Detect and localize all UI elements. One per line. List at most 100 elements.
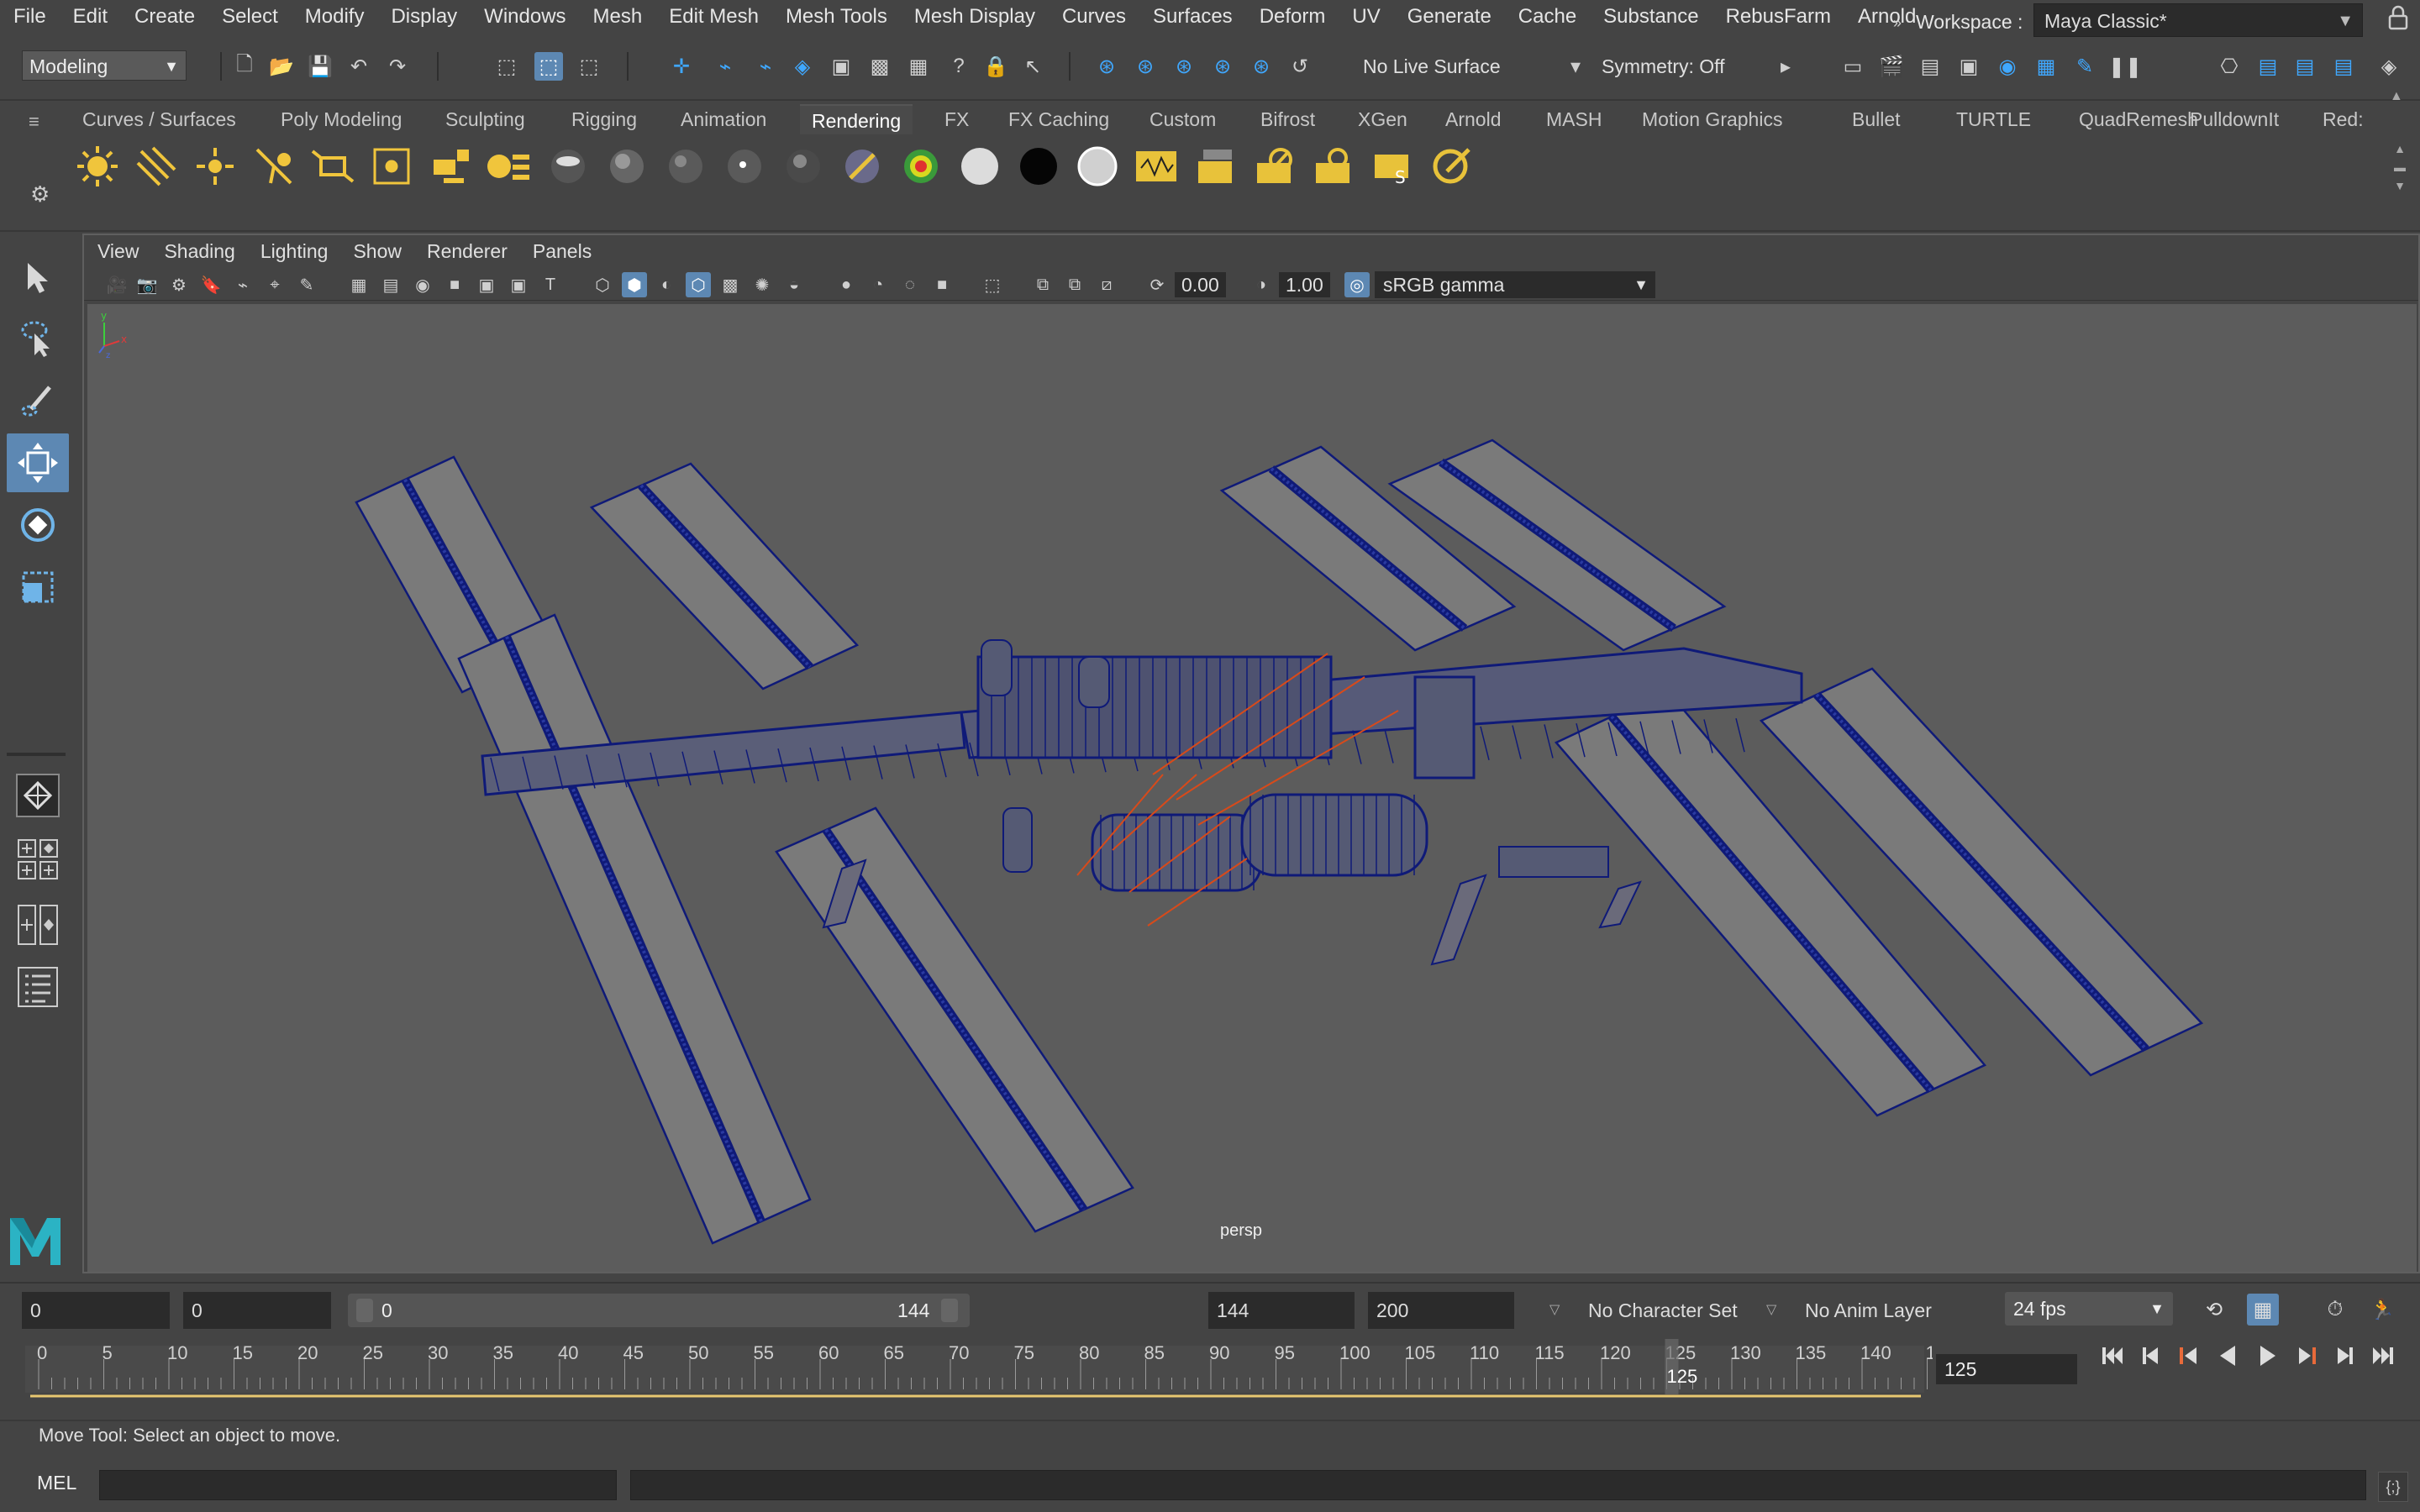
show-channel-box-icon[interactable]: ▤: [2329, 52, 2358, 81]
panel-menu-view[interactable]: View: [97, 240, 139, 263]
menu-rebusfarm[interactable]: RebusFarm: [1712, 0, 1844, 34]
menu-mesh[interactable]: Mesh: [580, 0, 656, 34]
xray-joints-icon[interactable]: ⧄: [1094, 272, 1119, 297]
four-view-layout-icon[interactable]: [7, 830, 69, 889]
show-layer-editor-icon[interactable]: ◈: [2375, 52, 2403, 81]
wireframe-on-shaded-icon[interactable]: ⬡: [686, 272, 711, 297]
loop-icon[interactable]: ⟲: [2198, 1294, 2230, 1326]
new-scene-icon[interactable]: 🗋: [230, 52, 259, 81]
relationship-icon[interactable]: ⊛: [1247, 52, 1276, 81]
two-view-layout-icon[interactable]: [7, 895, 69, 954]
menu-generate[interactable]: Generate: [1394, 0, 1505, 34]
menu-edit-mesh[interactable]: Edit Mesh: [655, 0, 772, 34]
select-tool-icon[interactable]: [7, 249, 69, 307]
select-objects-icon[interactable]: ⬚: [534, 52, 563, 81]
range-slider[interactable]: 0 144: [348, 1294, 970, 1327]
space-station-model[interactable]: [87, 304, 2417, 1272]
shelf-tab-arnold[interactable]: Arnold: [1434, 104, 1512, 134]
2d-pan-zoom-icon[interactable]: ⌖: [262, 272, 287, 297]
shelf-tab-mash[interactable]: MASH: [1534, 104, 1613, 134]
single-perspective-view-icon[interactable]: [7, 766, 69, 825]
construction-history-icon[interactable]: ⊛: [1092, 52, 1121, 81]
show-modeling-toolkit-icon[interactable]: ⎔: [2215, 52, 2244, 81]
current-frame-field[interactable]: 125: [1936, 1354, 2077, 1384]
snap-view-plane-icon[interactable]: ◈: [788, 52, 817, 81]
chevron-right-icon[interactable]: ▸: [1771, 52, 1800, 81]
shelf-scroll-up-icon[interactable]: ▲: [2390, 89, 2403, 104]
workspace-select[interactable]: Maya Classic* ▼: [2033, 3, 2363, 37]
menu-uv[interactable]: UV: [1339, 0, 1393, 34]
save-scene-icon[interactable]: 💾: [306, 52, 334, 81]
outliner-layout-icon[interactable]: [7, 958, 69, 1016]
pause-icon[interactable]: ❚❚: [2108, 52, 2142, 81]
menu-set-select[interactable]: Modeling ▼: [22, 50, 187, 81]
play-forwards-icon[interactable]: [2250, 1339, 2284, 1373]
gate-mask-icon[interactable]: ■: [442, 272, 467, 297]
snap-point-icon[interactable]: ⌁: [751, 52, 780, 81]
rotate-tool-icon[interactable]: [7, 496, 69, 554]
rename-icon[interactable]: ⊛: [1208, 52, 1237, 81]
range-start-field[interactable]: 0: [22, 1292, 170, 1329]
range-max-handle[interactable]: [941, 1299, 958, 1322]
play-backwards-icon[interactable]: [2212, 1339, 2245, 1373]
motion-blur-icon[interactable]: ◔: [865, 272, 891, 297]
lock-snap-icon[interactable]: 🔒: [981, 52, 1010, 81]
open-scene-icon[interactable]: 📂: [267, 52, 296, 81]
shelf-tab-xgen[interactable]: XGen: [1346, 104, 1419, 134]
go-to-start-icon[interactable]: [2096, 1339, 2129, 1373]
field-chart-icon[interactable]: ▣: [474, 272, 499, 297]
menu-substance[interactable]: Substance: [1590, 0, 1712, 34]
lasso-tool-icon[interactable]: [7, 309, 69, 368]
scale-tool-icon[interactable]: [7, 558, 69, 617]
undo-icon[interactable]: ↶: [345, 52, 373, 81]
default-material-icon[interactable]: ◐: [654, 272, 679, 297]
chevron-down-icon[interactable]: ▽: [1549, 1292, 1560, 1329]
panel-menu-show[interactable]: Show: [353, 240, 402, 263]
grid-icon[interactable]: ▦: [346, 272, 371, 297]
3d-viewport[interactable]: persp y x z: [87, 304, 2417, 1272]
panel-menu-shading[interactable]: Shading: [164, 240, 234, 263]
range-min-handle[interactable]: [356, 1299, 373, 1322]
render-current-icon[interactable]: 🎬: [1877, 52, 1906, 81]
output-ops-icon[interactable]: ⊛: [1170, 52, 1198, 81]
shelf-tab-custom[interactable]: Custom: [1138, 104, 1228, 134]
snap-grid-icon[interactable]: ✛: [667, 52, 696, 81]
render-sequence-icon[interactable]: ▦: [2032, 52, 2060, 81]
shelf-tab-bifrost[interactable]: Bifrost: [1249, 104, 1327, 134]
shelf-tab-rendering[interactable]: Rendering: [800, 104, 913, 134]
workspace-expand-icon[interactable]: »: [1893, 14, 1902, 32]
shelf-tab-redshift[interactable]: Red:: [2311, 104, 2375, 134]
hypershade-icon[interactable]: ◉: [1993, 52, 2022, 81]
resolution-gate-icon[interactable]: ◉: [410, 272, 435, 297]
select-hierarchy-icon[interactable]: ⬚: [492, 52, 521, 81]
menu-edit[interactable]: Edit: [60, 0, 121, 34]
snap-together-icon[interactable]: ↺: [1286, 52, 1314, 81]
animation-start-field[interactable]: 0: [183, 1292, 331, 1329]
bookmark-icon[interactable]: 🔖: [198, 272, 224, 297]
menu-windows[interactable]: Windows: [471, 0, 579, 34]
lock-icon[interactable]: [2386, 5, 2410, 30]
shelf-scrollbar[interactable]: ▲ ▬ ▼: [2390, 139, 2410, 220]
shelf-tab-animation[interactable]: Animation: [669, 104, 778, 134]
panel-menu-renderer[interactable]: Renderer: [427, 240, 508, 263]
panel-menu-lighting[interactable]: Lighting: [260, 240, 329, 263]
exposure-reset-icon[interactable]: ⟳: [1144, 272, 1170, 297]
film-gate-icon[interactable]: ▤: [378, 272, 403, 297]
menu-file[interactable]: File: [0, 0, 60, 34]
panel-menu-panels[interactable]: Panels: [533, 240, 592, 263]
help-snap-icon[interactable]: ?: [944, 52, 973, 81]
camera-attributes-icon[interactable]: 📷: [134, 272, 160, 297]
shelf-tab-rigging[interactable]: Rigging: [560, 104, 649, 134]
shelf-tab-fx[interactable]: FX: [933, 104, 981, 134]
auto-key-icon[interactable]: ▦: [2247, 1294, 2279, 1326]
safe-title-icon[interactable]: T: [538, 272, 563, 297]
shelf-tab-motion-graphics[interactable]: Motion Graphics: [1630, 104, 1794, 134]
render-view-icon[interactable]: ▭: [1839, 52, 1867, 81]
menu-select[interactable]: Select: [208, 0, 292, 34]
menu-mesh-tools[interactable]: Mesh Tools: [772, 0, 901, 34]
go-to-end-icon[interactable]: [2366, 1339, 2400, 1373]
snap-vertex-icon[interactable]: ▩: [865, 52, 894, 81]
command-input[interactable]: [99, 1470, 617, 1500]
textured-icon[interactable]: ▩: [718, 272, 743, 297]
character-controls-icon[interactable]: 🏃: [2366, 1294, 2398, 1326]
